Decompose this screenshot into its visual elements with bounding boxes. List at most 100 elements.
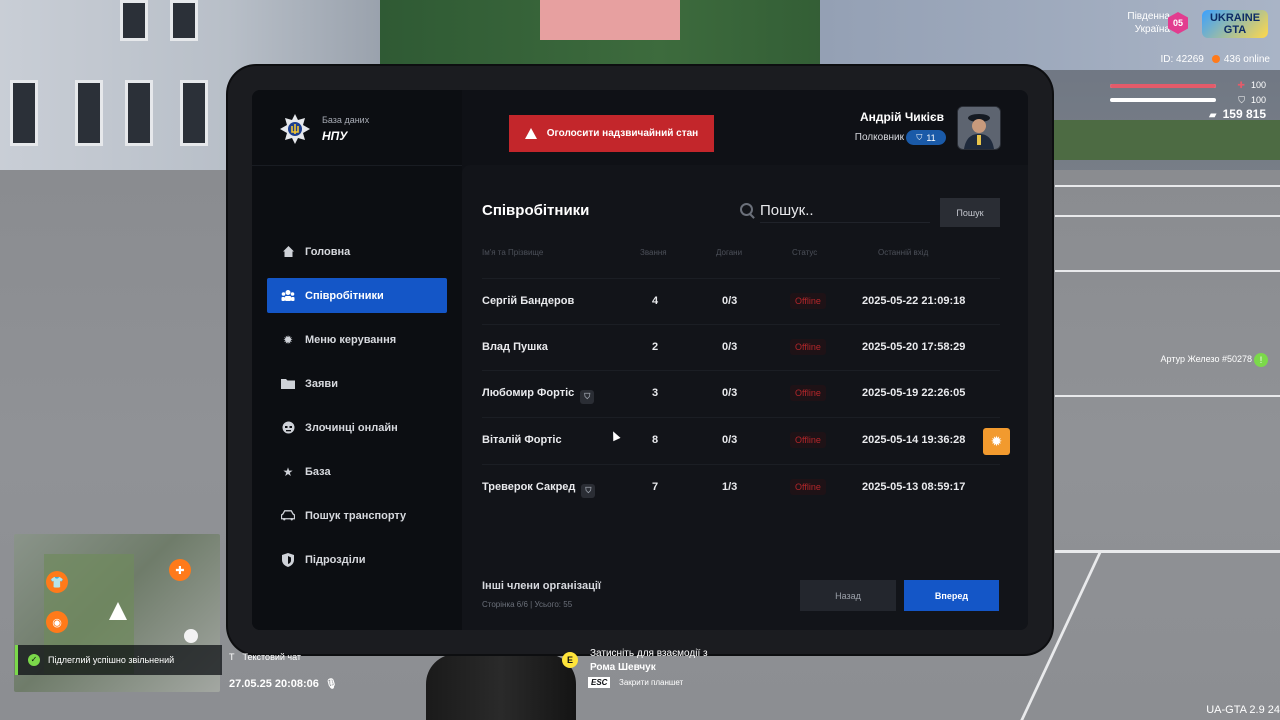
nav-label: Злочинці онлайн [305, 421, 398, 434]
column-header-reprimands: Догани [716, 248, 743, 257]
nav-item-criminals-online[interactable]: Злочинці онлайн [267, 410, 447, 445]
voice-icon: ! [1254, 353, 1268, 367]
nav-item-divisions[interactable]: Підрозділи [267, 542, 447, 577]
staff-name: Влад Пушка [482, 341, 548, 353]
nav-item-database[interactable]: ★ База [267, 454, 447, 489]
nav-label: Пошук транспорту [305, 509, 407, 522]
brand-title: НПУ [322, 129, 348, 143]
staff-name: Віталій Фортіс [482, 434, 562, 446]
nav-label: Заяви [305, 377, 338, 390]
nav-item-home[interactable]: Головна [267, 234, 447, 269]
nav-item-applications[interactable]: Заяви [267, 366, 447, 401]
money: ▰ 159 815 [1209, 107, 1266, 121]
window [170, 0, 198, 41]
money-icon: ▰ [1208, 110, 1217, 121]
clothing-shop-icon: 👕 [46, 571, 68, 593]
staff-last-login: 2025-05-14 19:36:28 [862, 434, 966, 446]
column-header-last-login: Останній вхід [878, 248, 929, 257]
nav-label: Головна [305, 245, 351, 258]
search-button[interactable]: Пошук [940, 198, 1000, 227]
gear-icon: ✹ [282, 332, 294, 347]
chat-hint: T Текстовий чат [229, 652, 301, 662]
waypoint-icon [184, 629, 198, 643]
staff-last-login: 2025-05-13 08:59:17 [862, 481, 966, 493]
table-row[interactable]: Треверок Сакред ⛉ 7 1/3 Offline 2025-05-1… [482, 464, 1000, 511]
region-line-2: Україна [1134, 24, 1170, 35]
armor-text: 100 [1250, 95, 1266, 105]
home-icon [281, 245, 295, 259]
notification: ✓ Підлеглий успішно звільнений [15, 645, 222, 675]
manage-staff-button[interactable]: ✹ [983, 428, 1010, 455]
chat-key: T [229, 652, 235, 662]
page-info: Сторінка 6/6 | Усього: 55 [482, 600, 573, 609]
staff-name: Сергій Бандеров [482, 295, 575, 307]
other-members-label: Інші члени організації [482, 580, 601, 592]
health-value: ✚ 100 [1237, 80, 1266, 91]
table-row[interactable]: Влад Пушка 2 0/3 Offline 2025-05-20 17:5… [482, 324, 1000, 371]
notification-text: Підлеглий успішно звільнений [48, 655, 175, 665]
gear-icon: ✹ [990, 433, 1003, 449]
staff-rank: 3 [652, 387, 659, 399]
check-icon: ✓ [28, 654, 40, 666]
online-count: 436 online [1223, 54, 1270, 65]
player-arrow-icon [109, 602, 127, 620]
staff-rank: 4 [652, 295, 659, 307]
search-icon [740, 203, 753, 216]
close-tablet-label: Закрити планшет [619, 678, 684, 687]
server-logo: UKRAINE GTA [1202, 10, 1268, 38]
table-row[interactable]: Сергій Бандеров 4 0/3 Offline 2025-05-22… [482, 278, 1000, 325]
clock-text: 27.05.25 20:08:06 [229, 678, 319, 690]
shield-icon [281, 552, 295, 567]
next-button[interactable]: Вперед [904, 580, 999, 611]
armor-bar [1110, 98, 1216, 102]
window [125, 80, 153, 146]
status-badge: Offline [790, 293, 826, 309]
nav-label: Співробітники [305, 289, 384, 302]
medic-icon: ✚ [169, 559, 191, 581]
staff-name-group: Треверок Сакред ⛉ [482, 481, 596, 498]
brand-subtitle: База даних [322, 115, 370, 125]
search-input[interactable] [760, 198, 930, 223]
table-row[interactable]: Віталій Фортіс 8 0/3 Offline 2025-05-14 … [482, 417, 1000, 464]
window [180, 80, 208, 146]
car-icon [281, 509, 295, 523]
back-button[interactable]: Назад [800, 580, 896, 611]
nav-item-staff[interactable]: Співробітники [267, 278, 447, 313]
armor-value: ⛉ 100 [1238, 95, 1266, 106]
region-line-1: Південна [1127, 11, 1170, 22]
staff-reprimands: 0/3 [722, 434, 738, 446]
nearby-player-tag: Артур Железо #50278 [1160, 354, 1252, 364]
criminal-icon [281, 421, 295, 435]
interact-hint: Затисніть для взаємодії з [590, 648, 708, 659]
window [75, 80, 103, 146]
nav-item-vehicle-search[interactable]: Пошук транспорту [267, 498, 447, 533]
status-badge: Offline [790, 339, 826, 355]
nav-label: Меню керування [305, 333, 397, 346]
staff-rank: 7 [652, 481, 659, 493]
esc-key: ESC [588, 677, 611, 688]
nav-item-control-menu[interactable]: ✹ Меню керування [267, 322, 447, 357]
health-fill [1110, 84, 1216, 88]
road-line [1055, 185, 1280, 187]
road-line [1055, 550, 1280, 553]
road-line [1055, 215, 1280, 217]
staff-reprimands: 0/3 [722, 295, 738, 307]
staff-reprimands: 0/3 [722, 387, 738, 399]
staff-last-login: 2025-05-20 17:58:29 [862, 341, 966, 353]
sky [540, 0, 680, 40]
star-icon: ★ [282, 464, 294, 479]
column-header-status: Статус [792, 248, 818, 257]
window [10, 80, 38, 146]
interact-target-name: Рома Шевчук [590, 662, 656, 673]
region-label: Південна Україна [1127, 10, 1170, 36]
police-emblem-icon [280, 114, 310, 144]
online-icon [1211, 55, 1220, 63]
staff-name: Любомир Фортіс [482, 387, 575, 399]
health-icon: ✚ [1237, 80, 1245, 90]
folder-icon [281, 377, 295, 391]
road-line [1055, 395, 1280, 397]
staff-name: Треверок Сакред [482, 481, 576, 493]
status-badge: Offline [790, 385, 826, 401]
interact-key: E [562, 652, 578, 668]
table-row[interactable]: Любомир Фортіс ⛉ 3 0/3 Offline 2025-05-19… [482, 370, 1000, 417]
